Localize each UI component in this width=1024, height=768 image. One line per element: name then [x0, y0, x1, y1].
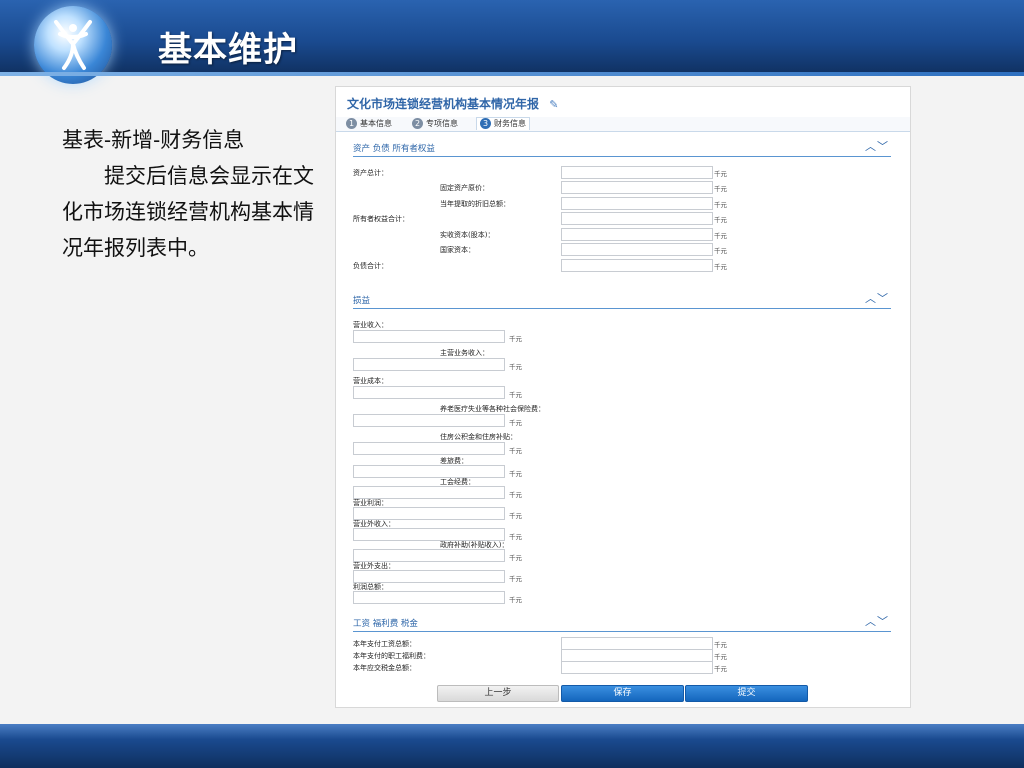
- tab-label: 基本信息: [360, 119, 392, 128]
- explanation-line-1: 基表-新增-财务信息: [62, 128, 245, 152]
- collapse-chevron-icon[interactable]: ︿﹀: [865, 292, 889, 306]
- logo: [34, 6, 112, 84]
- form-panel: 文化市场连锁经营机构基本情况年报 ✎ 1 基本信息 2 专项信息 3 财务信息 资产 …: [335, 86, 911, 708]
- edit-icon[interactable]: ✎: [549, 98, 558, 111]
- step-number: 1: [346, 118, 357, 129]
- previous-step-button[interactable]: 上一步: [437, 685, 559, 702]
- unit-label: 千元: [509, 470, 522, 478]
- unit-label: 千元: [509, 391, 522, 399]
- unit-label: 千元: [509, 491, 522, 499]
- collapse-chevron-icon[interactable]: ︿﹀: [865, 140, 889, 154]
- field-label: 负债合计：: [353, 262, 388, 270]
- field-label: 本年支付工资总额：: [353, 640, 416, 648]
- field-label: 当年提取的折旧总额：: [440, 200, 510, 208]
- unit-label: 千元: [714, 665, 727, 673]
- unit-label: 千元: [509, 533, 522, 541]
- unit-label: 千元: [509, 596, 522, 604]
- main-business-revenue-input[interactable]: [353, 358, 505, 371]
- total-liabilities-input[interactable]: [561, 259, 713, 272]
- unit-label: 千元: [509, 335, 522, 343]
- paid-in-capital-input[interactable]: [561, 228, 713, 241]
- tab-special-info[interactable]: 2 专项信息: [412, 118, 458, 130]
- tab-basic-info[interactable]: 1 基本信息: [346, 118, 392, 130]
- field-label: 本年应交税金总额：: [353, 664, 416, 672]
- unit-label: 千元: [714, 263, 727, 271]
- save-button[interactable]: 保存: [561, 685, 684, 702]
- unit-label: 千元: [714, 185, 727, 193]
- section-title: 工资 福利费 税金: [353, 619, 418, 629]
- dancer-logo-icon: [54, 20, 92, 70]
- explanation-line-2: 提交后信息会显示在文化市场连锁经营机构基本情况年报列表中。: [62, 164, 314, 260]
- operating-revenue-input[interactable]: [353, 330, 505, 343]
- field-label: 养老医疗失业等各种社会保险费：: [440, 405, 545, 413]
- tab-financial-info[interactable]: 3 财务信息: [476, 117, 530, 130]
- field-label: 住房公积金和住房补贴：: [440, 433, 517, 441]
- tab-label: 专项信息: [426, 119, 458, 128]
- depreciation-input[interactable]: [561, 197, 713, 210]
- operating-cost-input[interactable]: [353, 386, 505, 399]
- unit-label: 千元: [509, 575, 522, 583]
- total-profit-input[interactable]: [353, 591, 505, 604]
- section-title: 资产 负债 所有者权益: [353, 144, 435, 154]
- form-title-text: 文化市场连锁经营机构基本情况年报: [347, 97, 540, 111]
- unit-label: 千元: [714, 641, 727, 649]
- field-label: 固定资产原价：: [440, 184, 489, 192]
- unit-label: 千元: [714, 653, 727, 661]
- field-label: 主营业务收入：: [440, 349, 489, 357]
- unit-label: 千元: [714, 170, 727, 178]
- unit-label: 千元: [509, 419, 522, 427]
- explanation-text: 基表-新增-财务信息 提交后信息会显示在文化市场连锁经营机构基本情况年报列表中。: [62, 122, 334, 266]
- unit-label: 千元: [509, 363, 522, 371]
- unit-label: 千元: [714, 247, 727, 255]
- state-capital-input[interactable]: [561, 243, 713, 256]
- tab-label: 财务信息: [494, 119, 526, 128]
- section-pl-header: 损益 ︿﹀: [353, 292, 891, 309]
- field-label: 实收资本(股本)：: [440, 231, 495, 239]
- taxes-payable-input[interactable]: [561, 661, 713, 674]
- slide-title: 基本维护: [158, 30, 298, 70]
- step-number: 3: [480, 118, 491, 129]
- unit-label: 千元: [714, 232, 727, 240]
- field-label: 营业成本：: [353, 377, 388, 385]
- unit-label: 千元: [509, 512, 522, 520]
- section-assets-header: 资产 负债 所有者权益 ︿﹀: [353, 140, 891, 157]
- form-title: 文化市场连锁经营机构基本情况年报 ✎: [347, 95, 558, 112]
- travel-expense-input[interactable]: [353, 465, 505, 478]
- submit-button[interactable]: 提交: [685, 685, 808, 702]
- slide-footer: [0, 724, 1024, 768]
- social-insurance-input[interactable]: [353, 414, 505, 427]
- fixed-assets-input[interactable]: [561, 181, 713, 194]
- owner-equity-input[interactable]: [561, 212, 713, 225]
- field-label: 所有者权益合计：: [353, 215, 409, 223]
- step-number: 2: [412, 118, 423, 129]
- unit-label: 千元: [509, 554, 522, 562]
- collapse-chevron-icon[interactable]: ︿﹀: [865, 615, 889, 629]
- slide-header: 基本维护: [0, 0, 1024, 84]
- field-label: 国家资本：: [440, 246, 475, 254]
- unit-label: 千元: [714, 201, 727, 209]
- field-label: 本年支付的职工福利费：: [353, 652, 430, 660]
- field-label: 资产总计：: [353, 169, 388, 177]
- total-assets-input[interactable]: [561, 166, 713, 179]
- section-title: 损益: [353, 296, 371, 306]
- unit-label: 千元: [714, 216, 727, 224]
- step-tabs: 1 基本信息 2 专项信息 3 财务信息: [336, 117, 910, 132]
- field-label: 营业收入：: [353, 321, 388, 329]
- housing-fund-input[interactable]: [353, 442, 505, 455]
- unit-label: 千元: [509, 447, 522, 455]
- section-wages-header: 工资 福利费 税金 ︿﹀: [353, 615, 891, 632]
